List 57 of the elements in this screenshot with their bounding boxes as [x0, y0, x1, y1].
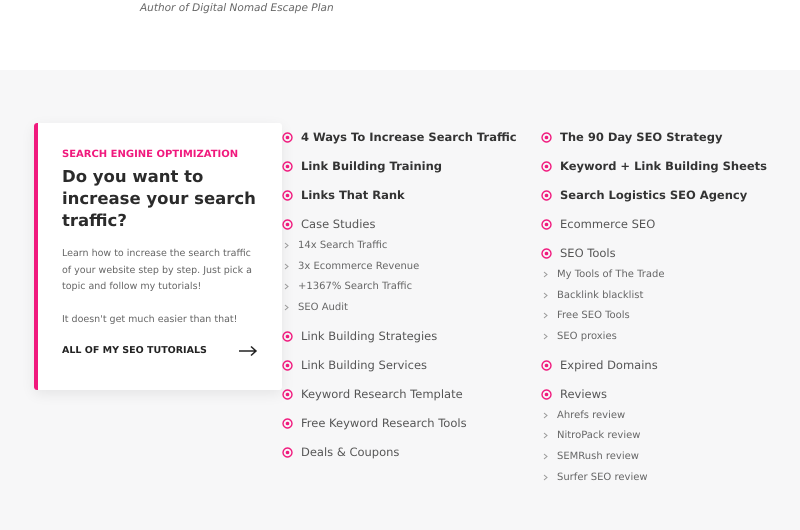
- chevron-right-icon: [543, 412, 548, 419]
- subtopic-link[interactable]: 3x Ecommerce Revenue: [298, 258, 420, 274]
- card-text: Learn how to increase the search traffic of your website step by step. Just pick a topic and follow my tutorials!: [62, 247, 253, 294]
- topic-link[interactable]: Reviews: [560, 386, 608, 403]
- topic-link[interactable]: Keyword + Link Building Sheets: [560, 158, 768, 176]
- subtopic-link[interactable]: Ahrefs review: [557, 408, 626, 423]
- tutorials-link[interactable]: ALL OF MY SEO TUTORIALS: [62, 344, 207, 358]
- topic-link[interactable]: The 90 Day SEO Strategy: [560, 128, 722, 146]
- topic-link[interactable]: Deals & Coupons: [301, 444, 400, 461]
- subtopic-link[interactable]: SEO proxies: [557, 328, 617, 344]
- subtopic-link[interactable]: Surfer SEO review: [557, 470, 648, 485]
- author-byline: Author of Digital Nomad Escape Plan: [140, 1, 335, 16]
- subtopic-link[interactable]: NitroPack review: [557, 428, 640, 444]
- topic-link[interactable]: 4 Ways To Increase Search Traffic: [301, 128, 517, 146]
- target-bullet-icon: [541, 161, 552, 172]
- subtopic-link[interactable]: SEMRush review: [557, 448, 639, 464]
- subtopic-link[interactable]: 14x Search Traffic: [298, 238, 388, 253]
- chevron-right-icon: [284, 304, 289, 311]
- topic-link[interactable]: Link Building Training: [301, 158, 442, 176]
- topic-link[interactable]: Link Building Strategies: [301, 328, 438, 345]
- target-bullet-icon: [541, 219, 552, 230]
- topic-link[interactable]: SEO Tools: [560, 244, 616, 262]
- topic-link[interactable]: Links That Rank: [301, 186, 405, 204]
- subtopic-link[interactable]: Free SEO Tools: [557, 308, 630, 324]
- chevron-right-icon: [284, 242, 289, 249]
- topic-link[interactable]: Ecommerce SEO: [560, 216, 656, 234]
- chevron-right-icon: [284, 283, 289, 290]
- subtopic-link[interactable]: Backlink blacklist: [557, 288, 644, 303]
- target-bullet-icon: [541, 360, 552, 371]
- target-bullet-icon: [541, 248, 552, 259]
- chevron-right-icon: [284, 262, 289, 270]
- subtopic-link[interactable]: SEO Audit: [298, 300, 348, 315]
- chevron-right-icon: [543, 332, 548, 340]
- card-eyebrow: SEARCH ENGINE OPTIMIZATION: [62, 148, 240, 162]
- subtopic-link[interactable]: +1367% Search Traffic: [298, 279, 412, 294]
- chevron-right-icon: [543, 432, 548, 440]
- topic-link[interactable]: Free Keyword Research Tools: [301, 414, 467, 432]
- target-bullet-icon: [282, 446, 293, 458]
- chevron-right-icon: [543, 270, 548, 278]
- chevron-right-icon: [543, 474, 548, 481]
- target-bullet-icon: [282, 418, 293, 429]
- chevron-right-icon: [543, 292, 548, 299]
- topic-link[interactable]: Expired Domains: [560, 356, 658, 374]
- chevron-right-icon: [543, 312, 548, 320]
- target-bullet-icon: [541, 190, 552, 201]
- subtopic-link[interactable]: My Tools of The Trade: [557, 266, 665, 282]
- card-text: It doesn't get much easier than that!: [62, 312, 238, 326]
- target-bullet-icon: [282, 388, 293, 400]
- card-heading: Do you want to increase your search traffic?: [62, 166, 257, 232]
- chevron-right-icon: [543, 452, 548, 460]
- topic-link[interactable]: Case Studies: [301, 216, 376, 234]
- arrow-right-icon[interactable]: [238, 345, 258, 358]
- target-bullet-icon: [541, 388, 552, 400]
- topic-link[interactable]: Search Logistics SEO Agency: [560, 186, 748, 204]
- topic-link[interactable]: Keyword Research Template: [301, 386, 463, 403]
- topic-link[interactable]: Link Building Services: [301, 356, 428, 374]
- target-bullet-icon: [541, 132, 552, 143]
